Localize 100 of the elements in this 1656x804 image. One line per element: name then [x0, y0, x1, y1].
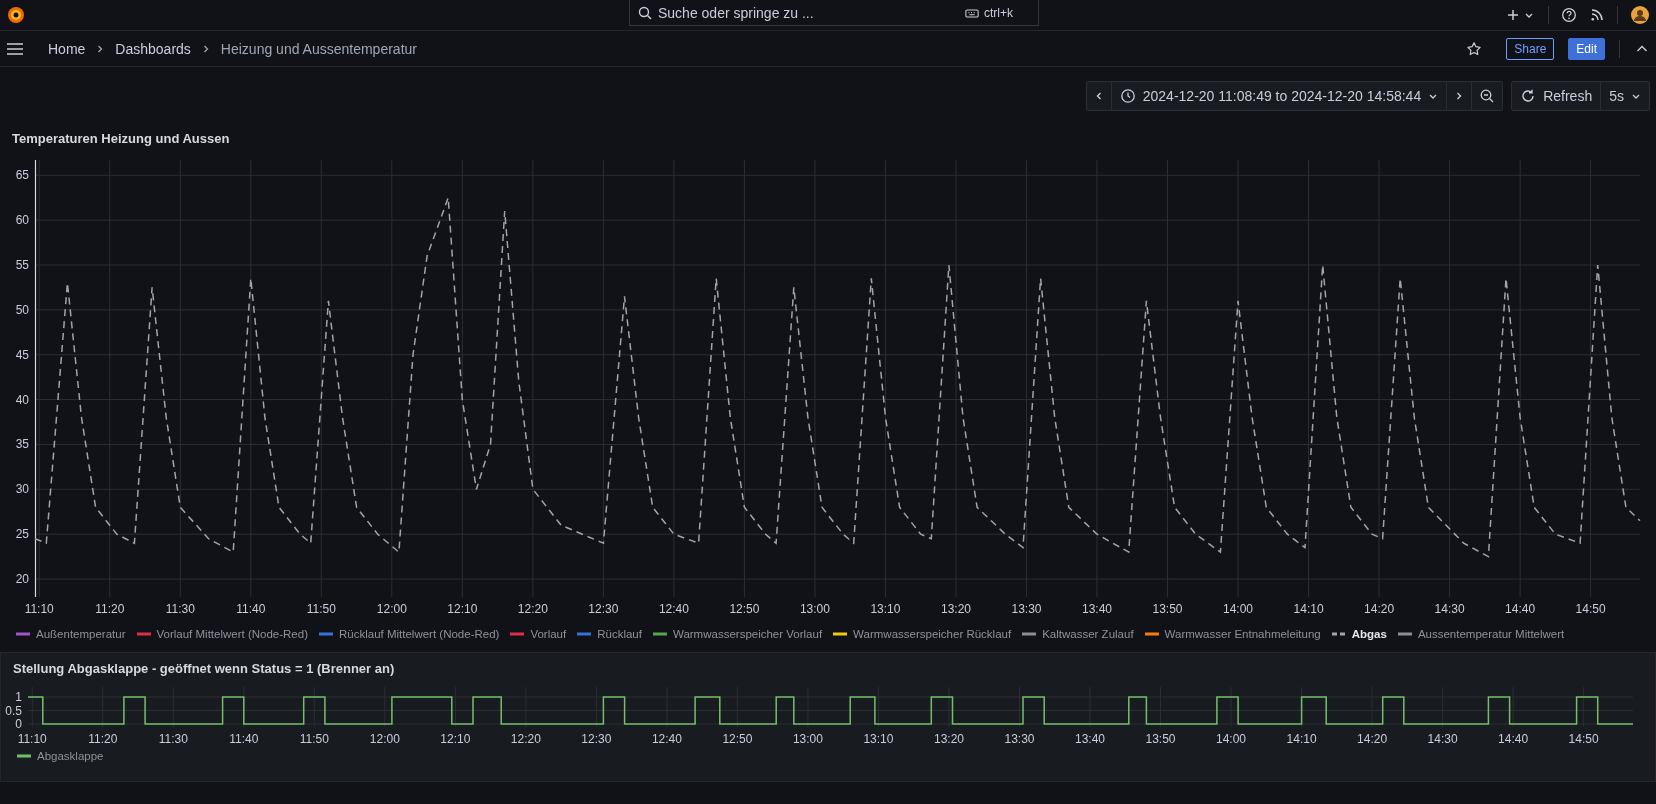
axis-label: 1 — [15, 690, 22, 704]
legend-item[interactable]: Abgasklappe — [17, 750, 104, 762]
axis-label: 12:50 — [729, 602, 760, 616]
axis-label: 12:10 — [447, 602, 478, 616]
legend-swatch-icon — [1331, 632, 1346, 636]
axis-label: 11:40 — [236, 602, 266, 616]
axis-label: 13:50 — [1152, 602, 1183, 616]
axis-label: 13:30 — [1004, 732, 1035, 744]
axis-label: 13:50 — [1145, 732, 1176, 744]
legend-swatch-icon — [1022, 632, 1037, 636]
axis-label: 14:40 — [1498, 732, 1529, 744]
menu-icon[interactable] — [6, 41, 24, 56]
axis-label: 45 — [15, 347, 29, 362]
axis-label: 60 — [15, 213, 29, 228]
breadcrumb-link[interactable]: Dashboards — [115, 40, 191, 57]
legend-swatch-icon — [319, 632, 333, 636]
legend-item[interactable]: Warmwasserspeicher Rücklauf — [833, 628, 1012, 640]
axis-label: 14:10 — [1286, 732, 1317, 744]
axis-label: 12:20 — [510, 732, 541, 744]
axis-label: 13:00 — [792, 732, 823, 744]
axis-label: 11:50 — [306, 602, 336, 616]
axis-label: 12:40 — [658, 602, 689, 616]
legend-item[interactable]: Rücklauf — [577, 628, 642, 640]
axis-label: 14:10 — [1293, 602, 1324, 616]
legend-swatch-icon — [510, 632, 525, 636]
axis-label: 11:10 — [17, 732, 47, 744]
shortcut-hint: ctrl+k — [984, 6, 1013, 20]
star-icon[interactable] — [1466, 40, 1483, 57]
logo-icon[interactable] — [6, 5, 26, 25]
legend-item[interactable]: Warmwasser Entnahmeleitung — [1144, 628, 1321, 640]
legend-item[interactable]: Rücklauf Mittelwert (Node-Red) — [319, 628, 500, 640]
legend-swatch-icon — [17, 754, 31, 758]
axis-label: 11:20 — [95, 602, 125, 616]
axis-label: 12:40 — [651, 732, 682, 744]
axis-label: 50 — [15, 302, 29, 317]
axis-label: 12:30 — [581, 732, 612, 744]
legend-swatch-icon — [16, 632, 30, 636]
axis-label: 12:10 — [440, 732, 471, 744]
axis-label: 13:20 — [940, 602, 971, 616]
keyboard-icon — [965, 8, 979, 19]
axis-label: 14:50 — [1575, 602, 1606, 616]
zoom-out-button[interactable] — [1472, 82, 1503, 110]
legend-swatch-icon — [577, 632, 592, 636]
panel-title: Stellung Abgasklappe - geöffnet wenn Status = 1 (Brenner an) — [12, 660, 396, 678]
breadcrumb-link[interactable]: Heizung und Aussentemperatur — [220, 40, 417, 57]
axis-label: 55 — [15, 258, 29, 272]
zoom-out-icon — [1479, 88, 1496, 104]
plus-icon — [1505, 7, 1521, 23]
axis-label: 14:00 — [1216, 732, 1247, 744]
legend-item[interactable]: Außentemperatur — [16, 628, 126, 640]
axis-label: 13:20 — [933, 732, 964, 744]
edit-button[interactable]: Edit — [1568, 37, 1605, 60]
axis-label: 14:30 — [1434, 602, 1465, 616]
axis-label: 40 — [15, 392, 29, 407]
axis-label: 14:30 — [1427, 732, 1458, 744]
axis-label: 12:30 — [588, 602, 619, 616]
axis-label: 14:20 — [1357, 732, 1388, 744]
clock-icon — [1119, 88, 1136, 104]
legend-item[interactable]: Kaltwasser Zulauf — [1022, 628, 1134, 640]
axis-label: 65 — [15, 168, 29, 183]
axis-label: 11:30 — [165, 602, 195, 616]
axis-label: 12:20 — [517, 602, 548, 616]
breadcrumb-link[interactable]: Home — [48, 40, 86, 57]
axis-label: 11:20 — [88, 732, 118, 744]
axis-label: 35 — [15, 437, 29, 452]
legend-item[interactable]: Aussentemperatur Mittelwert — [1397, 628, 1565, 640]
axis-label: 11:10 — [24, 602, 54, 616]
axis-label: 13:00 — [799, 602, 830, 616]
axis-label: 13:30 — [1011, 602, 1042, 616]
legend-swatch-icon — [652, 632, 667, 636]
rss-icon[interactable] — [1589, 7, 1605, 23]
refresh-interval-dropdown[interactable]: 5s — [1601, 82, 1649, 110]
axis-label: 25 — [15, 527, 29, 542]
axis-label: 13:40 — [1082, 602, 1112, 616]
axis-label: 0.5 — [5, 703, 22, 718]
share-button[interactable]: Share — [1506, 37, 1555, 60]
help-icon[interactable] — [1561, 7, 1577, 23]
axis-label: 11:40 — [229, 732, 259, 744]
legend-item[interactable]: Vorlauf — [510, 628, 567, 640]
refresh-button[interactable]: Refresh — [1512, 82, 1602, 110]
axis-label: 14:00 — [1223, 602, 1254, 616]
legend-swatch-icon — [1397, 632, 1412, 636]
axis-label: 13:10 — [870, 602, 901, 616]
legend-swatch-icon — [833, 632, 848, 636]
avatar-icon[interactable] — [1630, 5, 1650, 25]
axis-label: 11:30 — [158, 732, 188, 744]
axis-label: 12:50 — [722, 732, 753, 744]
axis-label: 20 — [15, 572, 29, 587]
time-range-picker[interactable]: 2024-12-20 11:08:49 to 2024-12-20 14:58:44 — [1111, 82, 1448, 110]
legend-item[interactable]: Abgas — [1331, 628, 1387, 640]
legend-item[interactable]: Warmwasserspeicher Vorlauf — [652, 628, 823, 640]
axis-label: 14:20 — [1364, 602, 1395, 616]
axis-label: 11:50 — [299, 732, 329, 744]
axis-label: 12:00 — [369, 732, 400, 744]
axis-label: 14:40 — [1505, 602, 1536, 616]
axis-label: 12:00 — [376, 602, 407, 616]
legend-item[interactable]: Vorlauf Mittelwert (Node-Red) — [136, 628, 308, 640]
panel-title: Temperaturen Heizung und Aussen — [11, 130, 231, 148]
axis-label: 13:40 — [1075, 732, 1105, 744]
axis-label: 0 — [15, 717, 22, 732]
